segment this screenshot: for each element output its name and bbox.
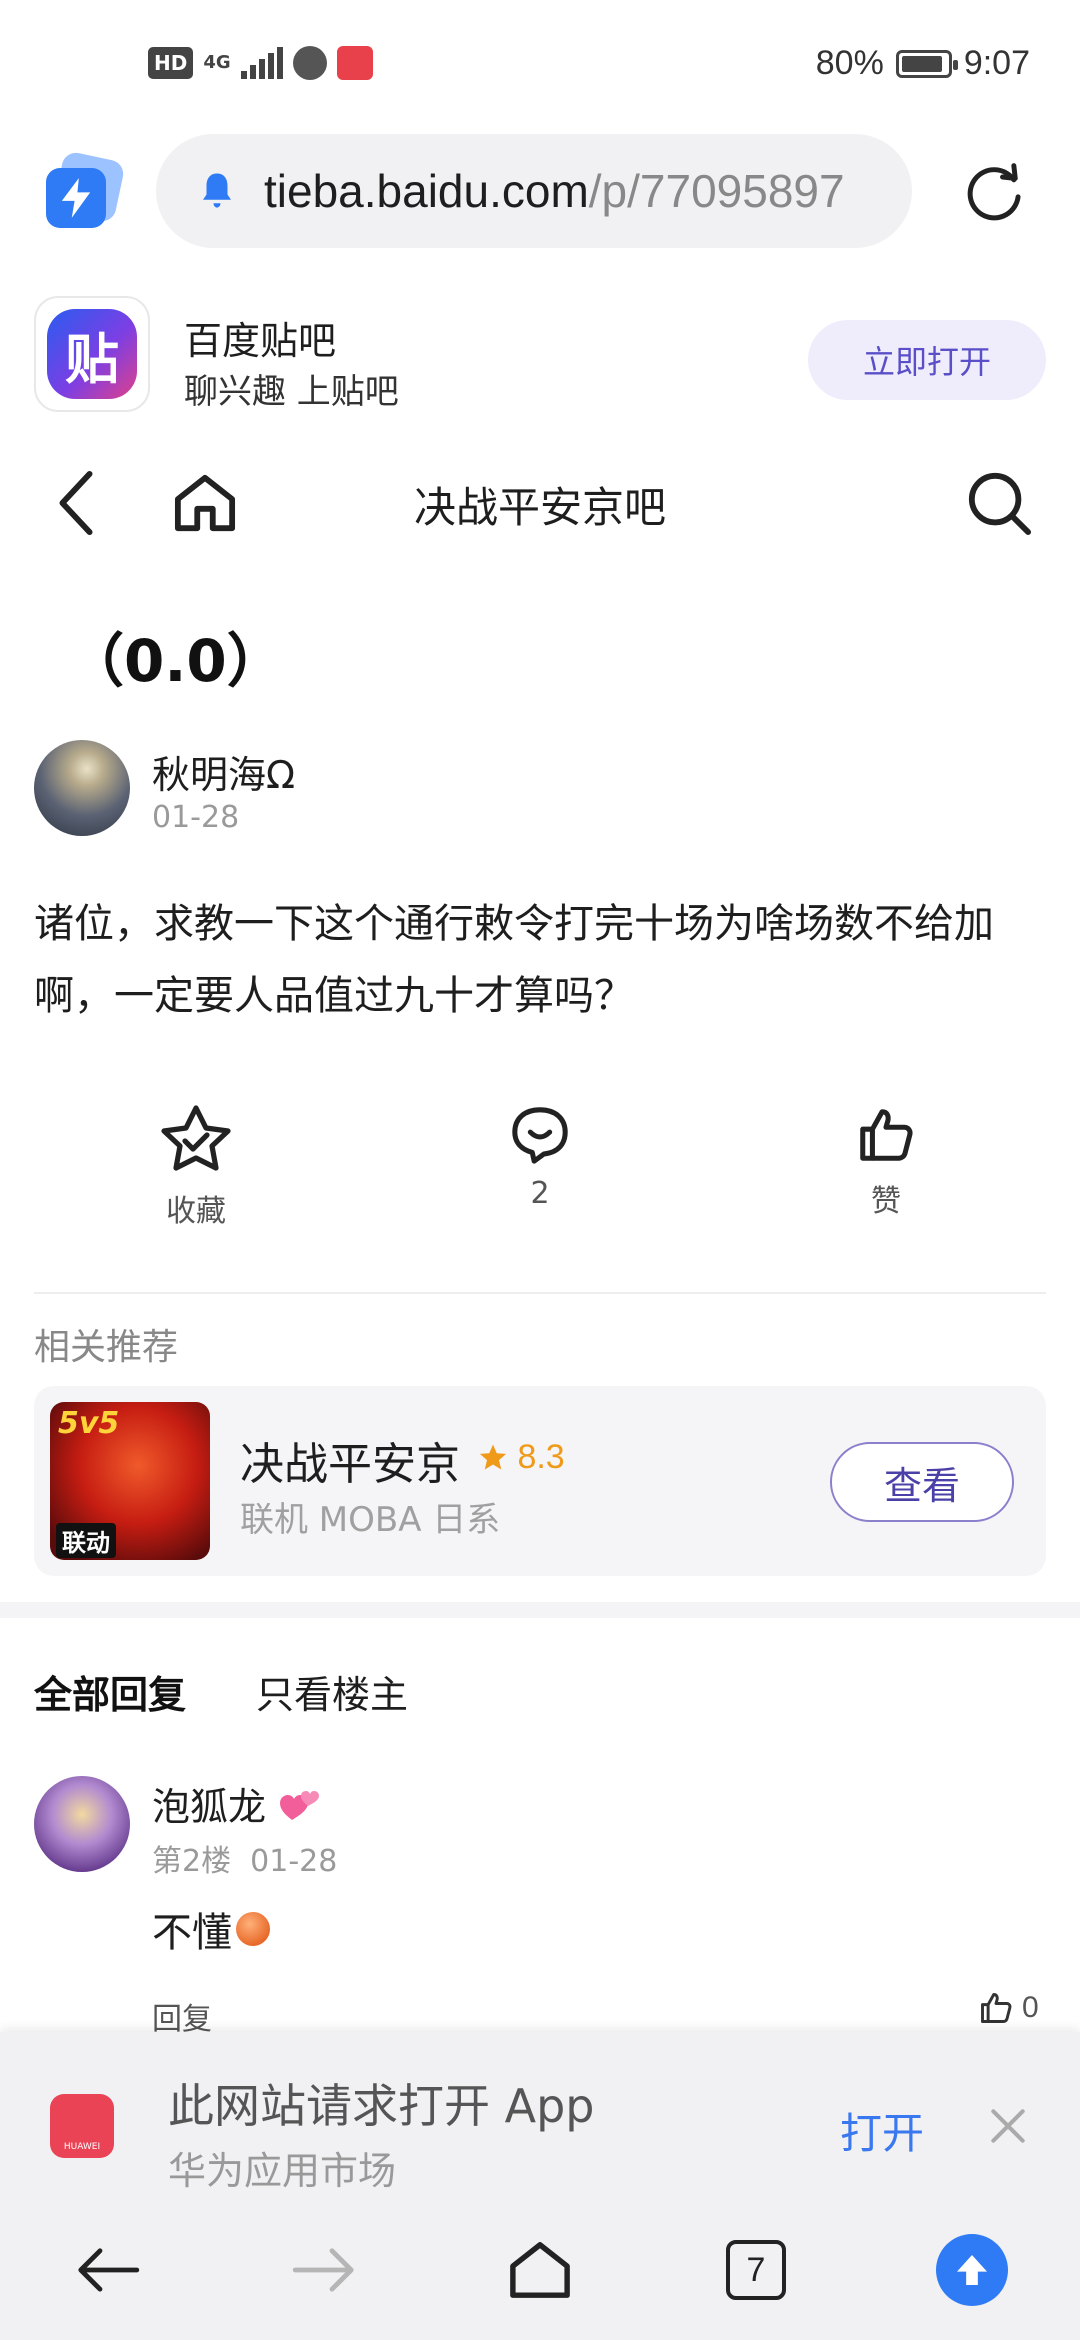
divider (34, 1292, 1046, 1294)
reply-like-button[interactable]: 0 (978, 1990, 1039, 2026)
url-path: /p/77095897 (588, 165, 845, 217)
clock: 9:07 (963, 44, 1030, 82)
tieba-logo[interactable]: 贴 (34, 296, 150, 412)
game-name: 决战平安京 (240, 1439, 460, 1490)
favorite-label: 收藏 (166, 1194, 226, 1229)
like-button[interactable]: 赞 (786, 1104, 986, 1220)
avatar[interactable] (34, 1776, 130, 1872)
post-title: （0.0） (66, 627, 285, 695)
author-name[interactable]: 秋明海Ω (152, 744, 295, 799)
reply-like-count: 0 (1022, 1991, 1039, 2024)
search-icon[interactable] (966, 470, 1032, 536)
close-icon[interactable] (986, 2104, 1030, 2148)
browser-back-button[interactable] (70, 2232, 146, 2308)
upload-button[interactable] (934, 2232, 1010, 2308)
home-icon (510, 2242, 570, 2298)
reply-floor: 第2楼 (152, 1844, 232, 1879)
forum-title: 决战平安京吧 (413, 483, 666, 532)
thumbs-up-icon (981, 1993, 1012, 2023)
heart-icon (280, 1791, 320, 1820)
tab-op-only[interactable]: 只看楼主 (256, 1664, 408, 1719)
comment-count: 2 (530, 1176, 550, 1211)
huawei-appgallery-icon: HUAWEI (50, 2094, 114, 2158)
reply-date: 01-28 (250, 1844, 338, 1879)
reply-author-name: 泡狐龙 (152, 1785, 267, 1829)
game-icon-mode: 5v5 (58, 1406, 120, 1441)
recommend-title: 相关推荐 (34, 1327, 179, 1368)
battery-percent: 80% (815, 44, 884, 82)
reply-text-content: 不懂 (152, 1910, 232, 1956)
tabs-icon: 7 (726, 2240, 786, 2300)
prompt-source: 华为应用市场 (168, 2149, 397, 2193)
bell-icon[interactable] (196, 170, 238, 212)
game-icon[interactable]: 5v5 联动 (50, 1402, 210, 1560)
browser-home-button[interactable] (502, 2232, 578, 2308)
game-rating: 8.3 (478, 1438, 565, 1477)
battery-icon (895, 49, 958, 78)
bolt-icon[interactable] (46, 150, 126, 236)
game-icon-badge: 联动 (56, 1523, 116, 1558)
game-tags: 联机 MOBA 日系 (240, 1500, 501, 1540)
avatar[interactable] (34, 740, 130, 836)
banner-slogan: 聊兴趣 上贴吧 (184, 372, 399, 412)
prompt-title: 此网站请求打开 App (168, 2079, 595, 2133)
hd-badge: HD (148, 47, 194, 79)
forward-icon (292, 2248, 354, 2292)
basketball-icon (292, 46, 327, 80)
status-icons-left: HD 4G (148, 46, 373, 80)
section-separator (0, 1602, 1080, 1618)
open-app-button[interactable]: 立即打开 (808, 320, 1046, 400)
network-type: 4G (203, 52, 231, 73)
url-text[interactable]: tieba.baidu.com/p/77095897 (264, 164, 845, 218)
reload-icon[interactable] (960, 160, 1028, 228)
signal-icon (240, 47, 283, 79)
url-bar[interactable]: tieba.baidu.com/p/77095897 (156, 134, 912, 248)
game-rating-value: 8.3 (517, 1438, 565, 1476)
emoji-icon (236, 1912, 270, 1946)
tieba-logo-char: 贴 (47, 309, 137, 399)
prompt-open-button[interactable]: 打开 (840, 2100, 924, 2161)
tab-all-replies[interactable]: 全部回复 (34, 1664, 186, 1719)
browser-forward-button[interactable] (286, 2232, 362, 2308)
url-domain: tieba.baidu.com (264, 165, 589, 217)
book-app-icon (336, 46, 373, 80)
thumbs-up-icon (860, 1109, 913, 1161)
reply-text: 不懂 (152, 1900, 270, 1958)
favorite-button[interactable]: 收藏 (96, 1104, 296, 1230)
tabs-button[interactable]: 7 (718, 2232, 794, 2308)
comment-icon (512, 1107, 568, 1164)
comment-button[interactable]: 2 (440, 1104, 640, 1211)
star-icon (161, 1105, 231, 1171)
upload-icon (936, 2234, 1008, 2306)
post-body: 诸位，求教一下这个通行敕令打完十场为啥场数不给加啊，一定要人品值过九十才算吗？ (34, 901, 994, 1019)
huawei-icon-label: HUAWEI (63, 2142, 101, 2152)
back-arrow-icon (78, 2248, 140, 2292)
view-button[interactable]: 查看 (830, 1442, 1014, 1522)
status-icons-right: 80% 9:07 (816, 44, 1030, 83)
reply-author[interactable]: 泡狐龙 (152, 1776, 322, 1831)
post-date: 01-28 (152, 800, 240, 835)
banner-app-name: 百度贴吧 (184, 319, 337, 363)
rating-star-icon (479, 1444, 507, 1470)
like-label: 赞 (871, 1184, 901, 1219)
reply-meta: 第2楼 01-28 (152, 1836, 337, 1880)
